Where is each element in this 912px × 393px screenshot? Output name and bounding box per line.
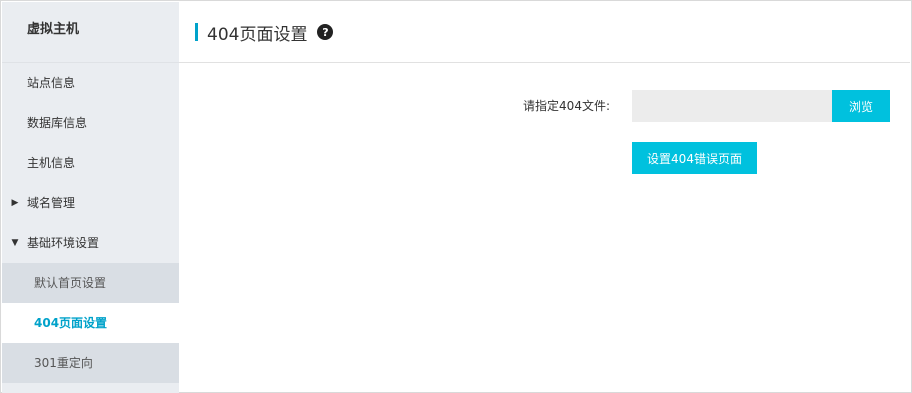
sidebar-item-label: 主机信息 <box>27 156 76 170</box>
file-path-input[interactable] <box>632 90 832 122</box>
page-header: 404页面设置 ? <box>179 2 910 63</box>
sidebar-item-label: 数据库信息 <box>27 116 88 130</box>
sidebar-subitem-404-page[interactable]: 404页面设置 <box>2 303 179 343</box>
sidebar-title: 虚拟主机 <box>2 2 179 63</box>
caret-right-icon: ▶ <box>11 198 19 208</box>
file-label: 请指定404文件: <box>523 99 610 113</box>
sidebar-item-database-info[interactable]: 数据库信息 <box>2 103 179 143</box>
sidebar-subitem-label: 默认首页设置 <box>34 276 107 290</box>
sidebar-subitem-301-redirect[interactable]: 301重定向 <box>2 343 179 383</box>
browse-button[interactable]: 浏览 <box>832 90 890 122</box>
set-404-page-button[interactable]: 设置404错误页面 <box>632 142 757 174</box>
app-window: 虚拟主机 站点信息 数据库信息 主机信息 ▶ 域名管理 ▼ 基础环境设置 默认首… <box>0 0 912 393</box>
sidebar-item-label: 基础环境设置 <box>27 236 100 250</box>
sidebar-item-label: 域名管理 <box>27 196 76 210</box>
sidebar-item-host-info[interactable]: 主机信息 <box>2 143 179 183</box>
sidebar-item-label: 站点信息 <box>27 76 76 90</box>
title-accent-bar <box>195 23 198 41</box>
sidebar-subitem-default-homepage[interactable]: 默认首页设置 <box>2 263 179 303</box>
sidebar-item-domain-management[interactable]: ▶ 域名管理 <box>2 183 179 223</box>
page-title: 404页面设置 <box>207 24 308 45</box>
help-icon[interactable]: ? <box>317 24 334 40</box>
sidebar: 虚拟主机 站点信息 数据库信息 主机信息 ▶ 域名管理 ▼ 基础环境设置 默认首… <box>2 2 179 393</box>
sidebar-nav: 站点信息 数据库信息 主机信息 ▶ 域名管理 ▼ 基础环境设置 默认首页设置 4… <box>2 63 179 383</box>
main-content: 404页面设置 ? 请指定404文件: 浏览 设置404错误页面 <box>179 2 910 391</box>
sidebar-subitem-label: 404页面设置 <box>34 316 108 330</box>
sidebar-item-site-info[interactable]: 站点信息 <box>2 63 179 103</box>
file-select-row: 请指定404文件: 浏览 <box>179 90 910 122</box>
sidebar-item-basic-env-settings[interactable]: ▼ 基础环境设置 <box>2 223 179 263</box>
caret-down-icon: ▼ <box>11 238 19 248</box>
sidebar-subitem-label: 301重定向 <box>34 356 93 370</box>
